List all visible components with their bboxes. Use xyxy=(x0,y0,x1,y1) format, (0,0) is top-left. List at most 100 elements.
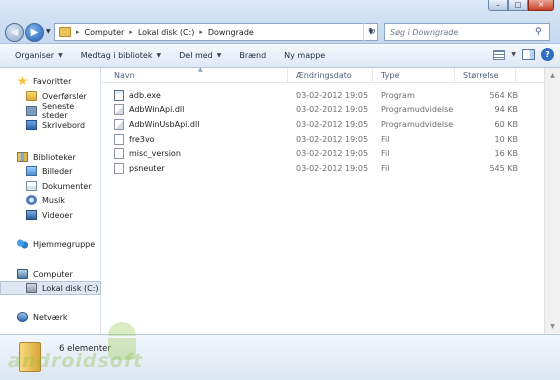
file-name: misc_version xyxy=(129,149,181,159)
nav-label: Billeder xyxy=(42,166,73,176)
nav-homegroup[interactable]: Hjemmegruppe xyxy=(0,237,101,251)
include-in-library-button[interactable]: Medtag i bibliotek ▼ xyxy=(72,46,170,66)
column-label: Navn xyxy=(114,71,135,80)
exe-icon xyxy=(114,89,124,101)
file-size: 545 KB xyxy=(489,163,518,173)
address-bar[interactable]: ▸ Computer ▸ Lokal disk (C:) ▸ Downgrade… xyxy=(54,23,378,41)
organize-button[interactable]: Organiser ▼ xyxy=(6,46,72,66)
new-folder-button[interactable]: Ny mappe xyxy=(275,46,334,66)
file-row[interactable]: misc_version 03-02-2012 19:05 Fil 16 KB xyxy=(110,146,540,161)
nav-videos[interactable]: Videoer xyxy=(0,208,101,222)
column-headers: Navn ▲ Ændringsdato Type Størrelse xyxy=(102,66,544,83)
recent-pages-dropdown[interactable]: ▼ xyxy=(46,28,51,35)
nav-label: Musik xyxy=(42,195,65,205)
column-header-date[interactable]: Ændringsdato xyxy=(288,68,373,83)
share-with-button[interactable]: Del med ▼ xyxy=(170,46,230,66)
nav-label: Hjemmegruppe xyxy=(33,239,96,249)
minimize-button[interactable]: – xyxy=(488,0,508,11)
chevron-right-icon[interactable]: ▸ xyxy=(129,28,133,36)
file-name: fre3vo xyxy=(129,134,155,144)
forward-button[interactable]: ▶ xyxy=(25,23,44,42)
file-row[interactable]: AdbWinApi.dll 03-02-2012 19:05 Programud… xyxy=(110,103,540,118)
preview-pane-icon[interactable] xyxy=(522,49,535,60)
file-size: 94 KB xyxy=(494,105,518,115)
file-date: 03-02-2012 19:05 xyxy=(296,90,369,100)
include-in-library-label: Medtag i bibliotek xyxy=(80,51,153,60)
new-folder-label: Ny mappe xyxy=(284,51,326,60)
file-name-cell: AdbWinApi.dll xyxy=(114,103,184,118)
nav-network[interactable]: Netværk xyxy=(0,310,101,324)
breadcrumb-downgrade[interactable]: Downgrade xyxy=(208,28,254,37)
search-placeholder[interactable]: Søg i Downgrade xyxy=(390,28,535,37)
help-icon[interactable]: ? xyxy=(541,48,554,61)
refresh-button[interactable]: ↻ xyxy=(363,23,380,41)
column-label: Størrelse xyxy=(463,71,499,80)
chevron-down-icon[interactable]: ▼ xyxy=(511,51,516,58)
file-type: Programudvidelse xyxy=(381,119,454,129)
watermark: androidsoft xyxy=(8,350,144,372)
file-row[interactable]: psneuter 03-02-2012 19:05 Fil 545 KB xyxy=(110,161,540,176)
star-icon xyxy=(17,76,28,86)
file-type: Programudvidelse xyxy=(381,105,454,115)
file-date: 03-02-2012 19:05 xyxy=(296,119,369,129)
file-date: 03-02-2012 19:05 xyxy=(296,105,369,115)
chevron-down-icon: ▼ xyxy=(58,52,63,59)
file-name-cell: fre3vo xyxy=(114,132,155,147)
back-button[interactable]: ◀ xyxy=(5,23,24,42)
nav-music[interactable]: Musik xyxy=(0,193,101,207)
nav-label: Videoer xyxy=(42,210,73,220)
downloads-folder-icon xyxy=(26,91,37,101)
maximize-button[interactable]: □ xyxy=(508,0,528,11)
nav-documents[interactable]: Dokumenter xyxy=(0,179,101,193)
file-name: AdbWinApi.dll xyxy=(129,105,185,115)
recent-places-icon xyxy=(26,106,37,116)
network-icon xyxy=(17,312,28,322)
file-row[interactable]: fre3vo 03-02-2012 19:05 Fil 10 KB xyxy=(110,132,540,147)
nav-label: Biblioteker xyxy=(33,152,76,162)
dll-icon xyxy=(114,118,124,130)
navigation-pane: Favoritter Overførsler Seneste steder Sk… xyxy=(0,68,101,334)
nav-computer[interactable]: Computer xyxy=(0,267,101,281)
vertical-scrollbar[interactable]: ▲ ▼ xyxy=(544,68,560,334)
search-icon[interactable]: ⚲ xyxy=(535,27,549,37)
file-name-cell: misc_version xyxy=(114,146,181,161)
file-type: Program xyxy=(381,90,415,100)
pictures-icon xyxy=(26,166,37,176)
dll-icon xyxy=(114,104,124,116)
file-size: 10 KB xyxy=(494,134,518,144)
chevron-right-icon[interactable]: ▸ xyxy=(76,28,80,36)
nav-desktop[interactable]: Skrivebord xyxy=(0,118,101,132)
file-type: Fil xyxy=(381,163,390,173)
file-icon xyxy=(114,162,124,174)
nav-pictures[interactable]: Billeder xyxy=(0,164,101,178)
column-label: Type xyxy=(381,71,400,80)
search-box[interactable]: Søg i Downgrade ⚲ xyxy=(384,23,550,41)
nav-favorites[interactable]: Favoritter xyxy=(0,74,101,88)
column-header-size[interactable]: Størrelse xyxy=(455,68,516,83)
column-header-name[interactable]: Navn ▲ xyxy=(102,66,288,83)
file-row[interactable]: adb.exe 03-02-2012 19:05 Program 564 KB xyxy=(110,88,540,103)
file-type: Fil xyxy=(381,134,390,144)
nav-libraries[interactable]: Biblioteker xyxy=(0,150,101,164)
file-date: 03-02-2012 19:05 xyxy=(296,149,369,159)
videos-icon xyxy=(26,210,37,220)
view-options-icon[interactable] xyxy=(493,49,506,60)
nav-local-disk[interactable]: Lokal disk (C:) xyxy=(0,281,101,295)
nav-label: Computer xyxy=(33,269,73,279)
breadcrumb-computer[interactable]: Computer xyxy=(85,28,125,37)
organize-label: Organiser xyxy=(15,51,55,60)
burn-button[interactable]: Brænd xyxy=(230,46,275,66)
breadcrumb-local-disk[interactable]: Lokal disk (C:) xyxy=(138,28,195,37)
column-label: Ændringsdato xyxy=(296,71,352,80)
nav-downloads[interactable]: Overførsler xyxy=(0,89,101,103)
close-button[interactable]: ✕ xyxy=(528,0,554,11)
nav-recent-places[interactable]: Seneste steder xyxy=(0,102,101,120)
libraries-icon xyxy=(17,152,28,162)
scroll-down-icon[interactable]: ▼ xyxy=(545,319,560,334)
chevron-right-icon[interactable]: ▸ xyxy=(199,28,203,36)
column-header-type[interactable]: Type xyxy=(373,68,455,83)
file-row[interactable]: AdbWinUsbApi.dll 03-02-2012 19:05 Progra… xyxy=(110,117,540,132)
file-name: adb.exe xyxy=(129,90,161,100)
scroll-up-icon[interactable]: ▲ xyxy=(545,68,560,83)
folder-icon xyxy=(59,27,71,37)
